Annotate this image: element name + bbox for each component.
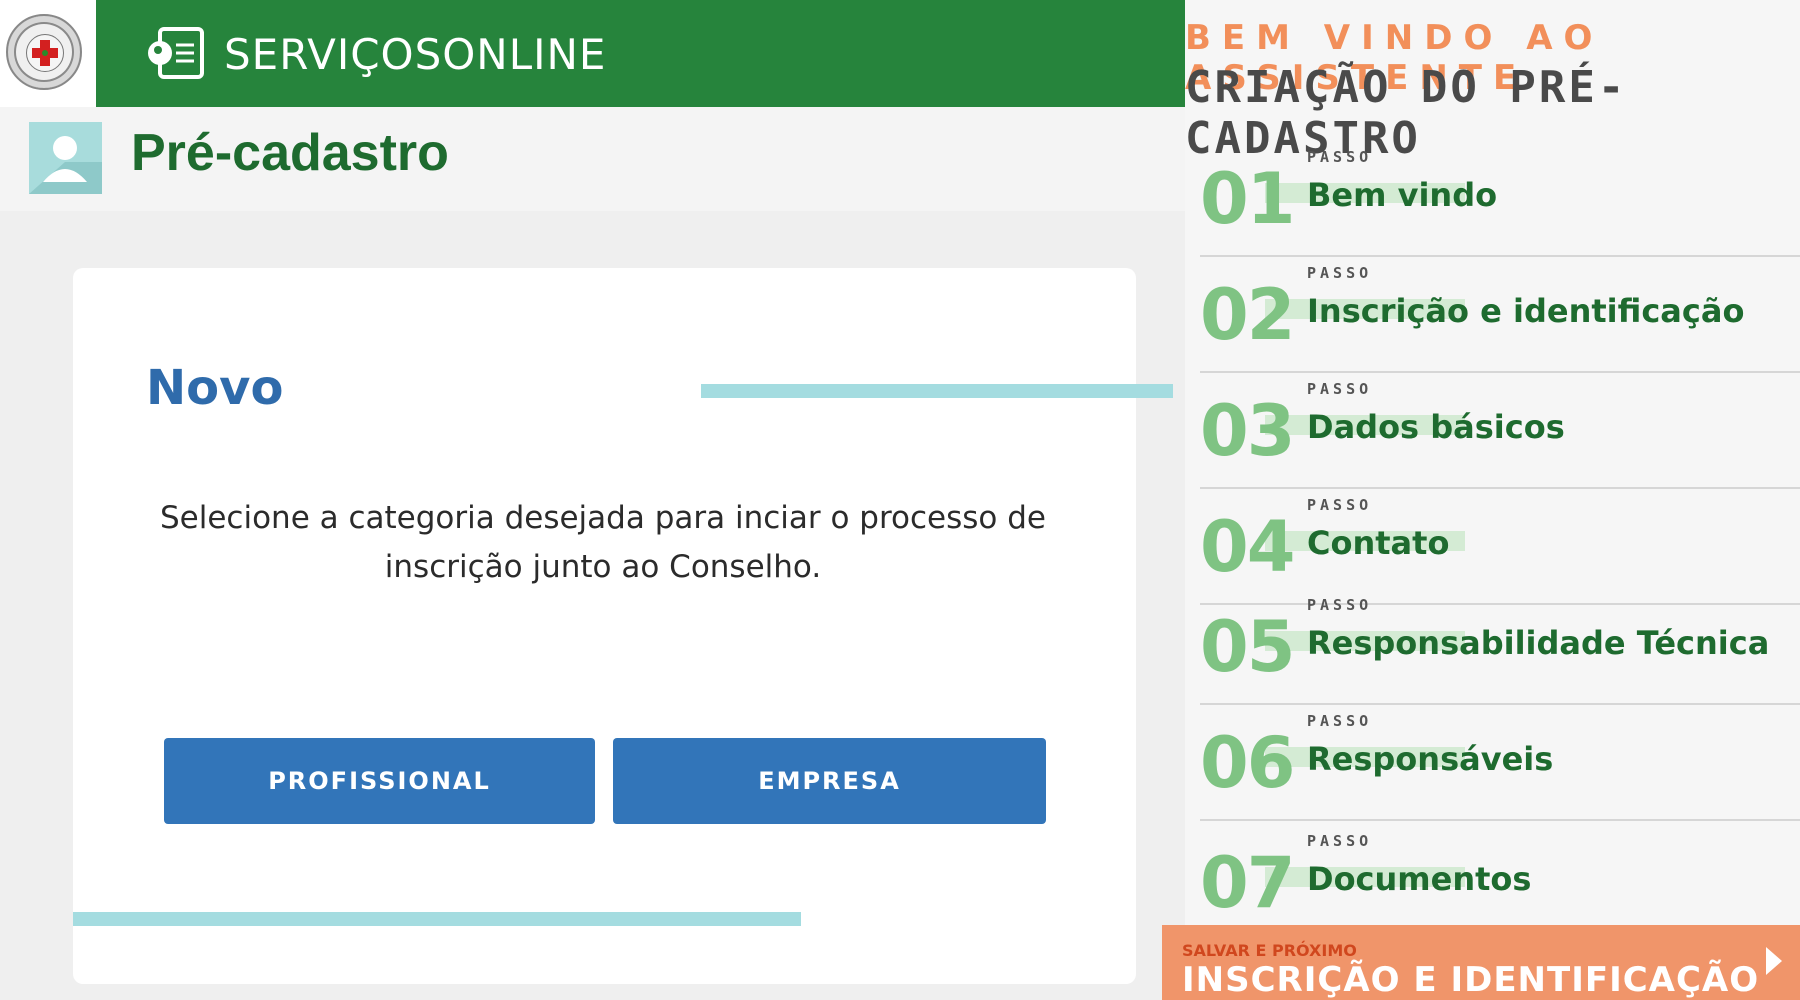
wizard-step-02[interactable]: 02 PASSO Inscrição e identificação <box>1200 256 1800 373</box>
page-title-row: Pré-cadastro <box>0 107 1185 211</box>
step-caption: PASSO <box>1307 264 1373 282</box>
wizard-panel: BEM VINDO AO ASSISTENTE CRIAÇÃO DO PRÉ-C… <box>1185 0 1800 1000</box>
save-next-target: INSCRIÇÃO E IDENTIFICAÇÃO <box>1182 960 1760 1000</box>
wizard-step-06[interactable]: 06 PASSO Responsáveis <box>1200 704 1800 821</box>
selection-card: Novo Selecione a categoria desejada para… <box>73 268 1136 984</box>
step-caption: PASSO <box>1307 148 1373 166</box>
step-label: Contato <box>1307 524 1450 562</box>
step-caption: PASSO <box>1307 496 1373 514</box>
save-next-button[interactable]: SALVAR E PRÓXIMO INSCRIÇÃO E IDENTIFICAÇ… <box>1162 925 1800 1000</box>
save-next-caption: SALVAR E PRÓXIMO <box>1182 941 1357 960</box>
wizard-step-01[interactable]: 01 PASSO Bem vindo <box>1200 140 1800 257</box>
step-number: 04 <box>1200 506 1295 588</box>
step-label: Bem vindo <box>1307 176 1498 214</box>
step-caption: PASSO <box>1307 596 1373 614</box>
step-label: Inscrição e identificação <box>1307 292 1745 330</box>
step-number: 07 <box>1200 842 1295 924</box>
empresa-button[interactable]: EMPRESA <box>613 738 1046 824</box>
step-number: 02 <box>1200 274 1295 356</box>
chevron-right-icon <box>1766 947 1782 975</box>
profissional-button[interactable]: PROFISSIONAL <box>164 738 595 824</box>
user-avatar-icon <box>29 122 102 194</box>
logo-area[interactable] <box>0 0 96 107</box>
step-number: 03 <box>1200 390 1295 472</box>
wizard-step-07[interactable]: 07 PASSO Documentos <box>1200 824 1800 939</box>
council-seal-icon <box>6 14 82 90</box>
id-card-icon <box>148 27 204 79</box>
step-number: 06 <box>1200 722 1295 804</box>
step-label: Responsáveis <box>1307 740 1554 778</box>
step-label: Responsabilidade Técnica <box>1307 624 1770 662</box>
page-title: Pré-cadastro <box>131 124 449 182</box>
step-number: 05 <box>1200 606 1295 688</box>
card-description-line-2: inscrição junto ao Conselho. <box>384 549 822 585</box>
step-caption: PASSO <box>1307 832 1373 850</box>
card-heading: Novo <box>146 360 284 416</box>
card-description-line-1: Selecione a categoria desejada para inci… <box>159 500 1046 536</box>
brand-title: SERVIÇOSONLINE <box>224 30 607 79</box>
step-caption: PASSO <box>1307 380 1373 398</box>
decorative-line-lower <box>73 912 801 926</box>
card-description: Selecione a categoria desejada para inci… <box>153 494 1053 592</box>
wizard-step-05[interactable]: 05 PASSO Responsabilidade Técnica <box>1200 588 1800 705</box>
step-label: Dados básicos <box>1307 408 1565 446</box>
wizard-step-03[interactable]: 03 PASSO Dados básicos <box>1200 372 1800 489</box>
step-label: Documentos <box>1307 860 1532 898</box>
decorative-line-upper <box>701 384 1173 398</box>
step-number: 01 <box>1200 158 1295 240</box>
top-header-bar: SERVIÇOSONLINE <box>96 0 1185 107</box>
step-caption: PASSO <box>1307 712 1373 730</box>
